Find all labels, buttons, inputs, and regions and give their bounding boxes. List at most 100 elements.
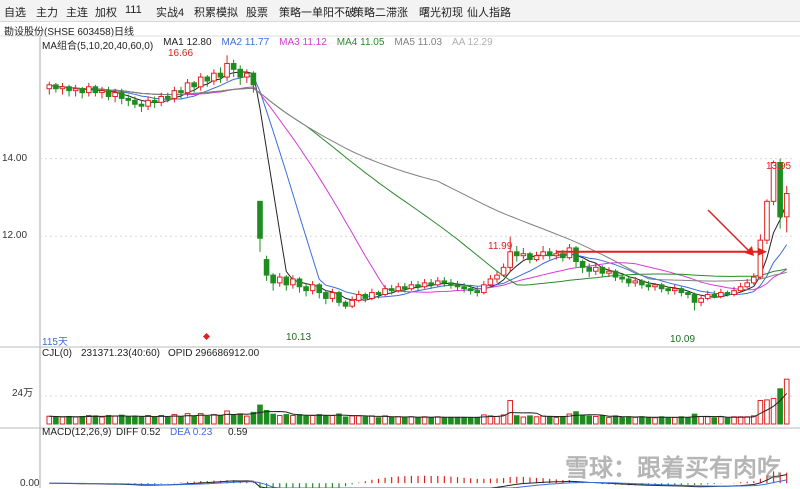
candle-body[interactable] <box>290 278 296 286</box>
candle-body[interactable] <box>513 251 520 257</box>
candle-body[interactable] <box>105 90 112 97</box>
candle-body[interactable] <box>204 76 211 82</box>
candle-body[interactable] <box>132 99 138 105</box>
candle-body[interactable] <box>441 280 448 284</box>
candle-body[interactable] <box>165 95 171 99</box>
menu-item-7[interactable]: 积累模拟 <box>194 4 238 20</box>
candle-body[interactable] <box>276 276 283 284</box>
candle-body[interactable] <box>454 284 461 288</box>
candle-body[interactable] <box>375 292 382 296</box>
candle-body[interactable] <box>197 76 204 88</box>
candle-body[interactable] <box>244 72 250 78</box>
candle-body[interactable] <box>171 90 178 99</box>
candle-body[interactable] <box>355 294 362 301</box>
candle-body[interactable] <box>421 282 428 288</box>
candle-body[interactable] <box>645 284 652 288</box>
candle-body[interactable] <box>303 286 309 292</box>
candle-body[interactable] <box>415 284 421 288</box>
candle-body[interactable] <box>217 72 224 78</box>
candle-body[interactable] <box>474 290 481 294</box>
candle-body[interactable] <box>711 294 718 297</box>
candle-body[interactable] <box>678 288 685 294</box>
candle-body[interactable] <box>151 99 158 103</box>
candle-body[interactable] <box>79 88 86 94</box>
menu-item-11[interactable]: 曙光初现 <box>419 4 463 20</box>
candle-body[interactable] <box>428 282 434 286</box>
candle-body[interactable] <box>92 86 99 94</box>
candle-body[interactable] <box>184 82 191 94</box>
candle-body[interactable] <box>408 284 415 290</box>
candle-body[interactable] <box>500 266 507 276</box>
menu-item-9[interactable]: 策略一单阳不破 <box>279 4 356 20</box>
candle-body[interactable] <box>349 299 355 307</box>
candle-body[interactable] <box>329 292 336 299</box>
candle-body[interactable] <box>434 280 441 286</box>
candle-body[interactable] <box>178 90 184 94</box>
candle-body[interactable] <box>507 251 513 268</box>
candle-body[interactable] <box>757 239 764 278</box>
candle-body[interactable] <box>612 270 619 278</box>
candle-body[interactable] <box>270 274 276 284</box>
candle-body[interactable] <box>224 62 230 78</box>
candle-body[interactable] <box>553 253 560 257</box>
candle-body[interactable] <box>652 284 658 288</box>
candle-body[interactable] <box>724 292 731 296</box>
candle-body[interactable] <box>520 253 527 257</box>
candle-body[interactable] <box>53 84 59 90</box>
candle-body[interactable] <box>764 200 770 241</box>
candle-body[interactable] <box>461 286 467 290</box>
menu-item-12[interactable]: 仙人指路 <box>467 4 511 20</box>
candle-body[interactable] <box>118 92 125 99</box>
candle-body[interactable] <box>619 276 625 280</box>
candle-body[interactable] <box>99 90 105 94</box>
candle-body[interactable] <box>158 95 165 103</box>
candle-body[interactable] <box>606 270 612 274</box>
candle-body[interactable] <box>138 103 145 107</box>
candle-body[interactable] <box>85 86 92 94</box>
candle-body[interactable] <box>382 288 388 296</box>
candle-body[interactable] <box>362 294 369 299</box>
candle-body[interactable] <box>540 251 546 257</box>
candle-body[interactable] <box>59 86 66 90</box>
candle-body[interactable] <box>487 278 494 286</box>
candle-body[interactable] <box>72 88 79 92</box>
candle-body[interactable] <box>691 294 698 303</box>
candle-body[interactable] <box>448 282 454 286</box>
candle-body[interactable] <box>592 266 599 272</box>
candle-body[interactable] <box>632 280 639 284</box>
candle-body[interactable] <box>395 286 402 292</box>
candle-body[interactable] <box>658 284 665 290</box>
menu-item-10[interactable]: 策略二滞涨 <box>353 4 408 20</box>
candle-body[interactable] <box>586 266 592 272</box>
candle-body[interactable] <box>560 253 566 259</box>
candle-body[interactable] <box>579 261 586 268</box>
menu-item-8[interactable]: 股票 <box>246 4 268 20</box>
candle-body[interactable] <box>336 292 342 303</box>
candle-body[interactable] <box>250 72 257 86</box>
candle-body[interactable] <box>573 247 579 263</box>
candle-body[interactable] <box>750 276 757 284</box>
candle-body[interactable] <box>783 193 790 218</box>
candle-body[interactable] <box>718 292 724 297</box>
candle-body[interactable] <box>639 280 645 286</box>
candle-body[interactable] <box>257 200 263 239</box>
menu-item-1[interactable]: 自选 <box>4 4 26 20</box>
menu-item-3[interactable]: 主连 <box>66 4 88 20</box>
candle-body[interactable] <box>744 282 751 288</box>
candle-body[interactable] <box>731 290 737 296</box>
candle-body[interactable] <box>342 301 349 307</box>
candle-body[interactable] <box>402 286 408 290</box>
candle-body[interactable] <box>46 84 53 90</box>
candle-body[interactable] <box>323 292 329 299</box>
candle-body[interactable] <box>237 68 244 78</box>
candle-body[interactable] <box>263 259 270 276</box>
candle-body[interactable] <box>698 297 704 303</box>
candle-body[interactable] <box>125 97 132 101</box>
menu-item-5[interactable]: 111 <box>125 4 142 16</box>
candle-body[interactable] <box>211 72 217 82</box>
candle-body[interactable] <box>671 288 678 292</box>
candle-body[interactable] <box>704 294 711 299</box>
candle-body[interactable] <box>145 99 151 107</box>
menu-item-2[interactable]: 主力 <box>36 4 58 20</box>
candle-body[interactable] <box>665 288 671 292</box>
